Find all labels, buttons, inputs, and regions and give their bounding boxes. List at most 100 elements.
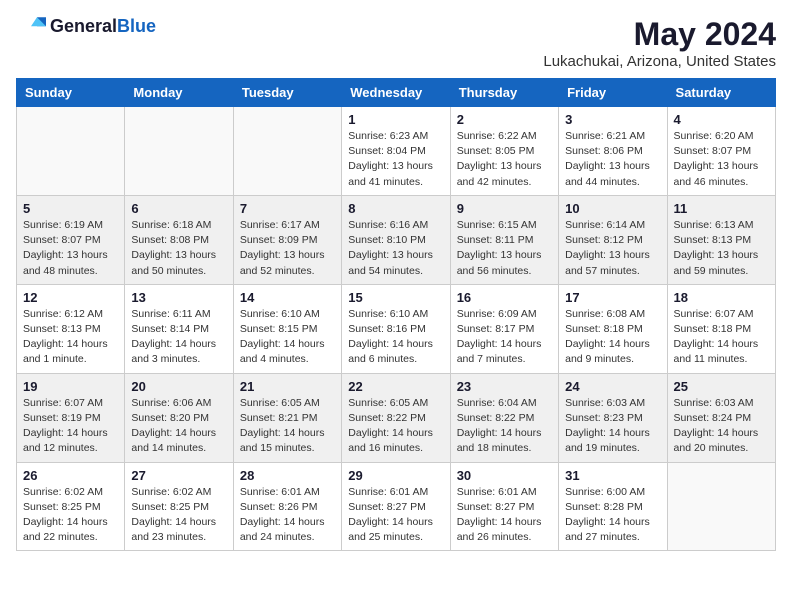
calendar-cell: 8Sunrise: 6:16 AMSunset: 8:10 PMDaylight… (342, 195, 450, 284)
calendar-cell: 9 Sunrise: 6:15 AMSunset: 8:11 PMDaylight… (450, 195, 558, 284)
calendar-cell: 16Sunrise: 6:09 AMSunset: 8:17 PMDayligh… (450, 284, 558, 373)
day-detail: Sunrise: 6:03 AMSunset: 8:23 PMDaylight:… (565, 396, 660, 457)
day-number: 22 (348, 379, 443, 394)
calendar-cell: 14 Sunrise: 6:10 AMSunset: 8:15 PMDayligh… (233, 284, 341, 373)
day-number: 2 (457, 112, 552, 127)
calendar-cell: 23Sunrise: 6:04 AMSunset: 8:22 PMDayligh… (450, 373, 558, 462)
day-detail: Sunrise: 6:09 AMSunset: 8:17 PMDaylight:… (457, 307, 552, 368)
day-number: 27 (131, 468, 226, 483)
day-detail: Sunrise: 6:11 AMSunset: 8:14 PMDaylight:… (131, 307, 226, 368)
calendar-cell (233, 107, 341, 196)
calendar-cell: 21Sunrise: 6:05 AMSunset: 8:21 PMDayligh… (233, 373, 341, 462)
calendar-cell: 2 Sunrise: 6:22 AMSunset: 8:05 PMDaylight… (450, 107, 558, 196)
day-number: 12 (23, 290, 118, 305)
location-title: Lukachukai, Arizona, United States (543, 53, 776, 70)
day-number: 9 (457, 201, 552, 216)
calendar-cell: 25Sunrise: 6:03 AMSunset: 8:24 PMDayligh… (667, 373, 775, 462)
day-number: 11 (674, 201, 769, 216)
day-number: 14 (240, 290, 335, 305)
day-detail: Sunrise: 6:01 AMSunset: 8:26 PMDaylight:… (240, 485, 335, 546)
day-detail: Sunrise: 6:17 AMSunset: 8:09 PMDaylight:… (240, 218, 335, 279)
calendar-cell: 3 Sunrise: 6:21 AMSunset: 8:06 PMDaylight… (559, 107, 667, 196)
col-header-monday: Monday (125, 79, 233, 107)
calendar-cell: 6 Sunrise: 6:18 AMSunset: 8:08 PMDaylight… (125, 195, 233, 284)
day-number: 3 (565, 112, 660, 127)
day-number: 26 (23, 468, 118, 483)
day-number: 31 (565, 468, 660, 483)
calendar-week-row: 19 Sunrise: 6:07 AMSunset: 8:19 PMDayligh… (17, 373, 776, 462)
day-number: 30 (457, 468, 552, 483)
calendar-cell: 31 Sunrise: 6:00 AMSunset: 8:28 PMDayligh… (559, 462, 667, 551)
calendar-header-row: SundayMondayTuesdayWednesdayThursdayFrid… (17, 79, 776, 107)
calendar-cell: 26 Sunrise: 6:02 AMSunset: 8:25 PMDayligh… (17, 462, 125, 551)
calendar-cell: 19 Sunrise: 6:07 AMSunset: 8:19 PMDayligh… (17, 373, 125, 462)
day-number: 8 (348, 201, 443, 216)
calendar-cell (17, 107, 125, 196)
month-title: May 2024 (543, 16, 776, 53)
day-detail: Sunrise: 6:22 AMSunset: 8:05 PMDaylight:… (457, 129, 552, 190)
calendar-table: SundayMondayTuesdayWednesdayThursdayFrid… (16, 78, 776, 551)
calendar-cell: 7 Sunrise: 6:17 AMSunset: 8:09 PMDaylight… (233, 195, 341, 284)
day-detail: Sunrise: 6:02 AMSunset: 8:25 PMDaylight:… (131, 485, 226, 546)
calendar-cell: 27 Sunrise: 6:02 AMSunset: 8:25 PMDayligh… (125, 462, 233, 551)
day-number: 13 (131, 290, 226, 305)
header: GeneralBlue May 2024 Lukachukai, Arizona… (16, 16, 776, 70)
calendar-cell (125, 107, 233, 196)
calendar-cell (667, 462, 775, 551)
day-detail: Sunrise: 6:01 AMSunset: 8:27 PMDaylight:… (457, 485, 552, 546)
calendar-week-row: 12 Sunrise: 6:12 AMSunset: 8:13 PMDayligh… (17, 284, 776, 373)
day-detail: Sunrise: 6:19 AMSunset: 8:07 PMDaylight:… (23, 218, 118, 279)
col-header-thursday: Thursday (450, 79, 558, 107)
day-number: 4 (674, 112, 769, 127)
logo-blue: Blue (117, 16, 156, 36)
day-detail: Sunrise: 6:12 AMSunset: 8:13 PMDaylight:… (23, 307, 118, 368)
day-detail: Sunrise: 6:21 AMSunset: 8:06 PMDaylight:… (565, 129, 660, 190)
calendar-cell: 29 Sunrise: 6:01 AMSunset: 8:27 PMDayligh… (342, 462, 450, 551)
calendar-cell: 30 Sunrise: 6:01 AMSunset: 8:27 PMDayligh… (450, 462, 558, 551)
day-number: 28 (240, 468, 335, 483)
calendar-week-row: 1Sunrise: 6:23 AMSunset: 8:04 PMDaylight… (17, 107, 776, 196)
calendar-week-row: 5 Sunrise: 6:19 AMSunset: 8:07 PMDaylight… (17, 195, 776, 284)
calendar-cell: 10Sunrise: 6:14 AMSunset: 8:12 PMDayligh… (559, 195, 667, 284)
logo: GeneralBlue (16, 16, 156, 37)
calendar-cell: 24 Sunrise: 6:03 AMSunset: 8:23 PMDayligh… (559, 373, 667, 462)
day-number: 29 (348, 468, 443, 483)
day-number: 24 (565, 379, 660, 394)
calendar-cell: 11Sunrise: 6:13 AMSunset: 8:13 PMDayligh… (667, 195, 775, 284)
calendar-cell: 4Sunrise: 6:20 AMSunset: 8:07 PMDaylight… (667, 107, 775, 196)
day-detail: Sunrise: 6:05 AMSunset: 8:21 PMDaylight:… (240, 396, 335, 457)
day-detail: Sunrise: 6:04 AMSunset: 8:22 PMDaylight:… (457, 396, 552, 457)
calendar-cell: 13 Sunrise: 6:11 AMSunset: 8:14 PMDayligh… (125, 284, 233, 373)
day-number: 15 (348, 290, 443, 305)
calendar-cell: 18Sunrise: 6:07 AMSunset: 8:18 PMDayligh… (667, 284, 775, 373)
day-detail: Sunrise: 6:07 AMSunset: 8:18 PMDaylight:… (674, 307, 769, 368)
day-detail: Sunrise: 6:23 AMSunset: 8:04 PMDaylight:… (348, 129, 443, 190)
day-number: 19 (23, 379, 118, 394)
calendar-week-row: 26 Sunrise: 6:02 AMSunset: 8:25 PMDayligh… (17, 462, 776, 551)
col-header-sunday: Sunday (17, 79, 125, 107)
day-detail: Sunrise: 6:15 AMSunset: 8:11 PMDaylight:… (457, 218, 552, 279)
day-detail: Sunrise: 6:00 AMSunset: 8:28 PMDaylight:… (565, 485, 660, 546)
col-header-friday: Friday (559, 79, 667, 107)
col-header-saturday: Saturday (667, 79, 775, 107)
calendar-cell: 28 Sunrise: 6:01 AMSunset: 8:26 PMDayligh… (233, 462, 341, 551)
day-number: 20 (131, 379, 226, 394)
day-number: 7 (240, 201, 335, 216)
calendar-cell: 20 Sunrise: 6:06 AMSunset: 8:20 PMDayligh… (125, 373, 233, 462)
day-detail: Sunrise: 6:06 AMSunset: 8:20 PMDaylight:… (131, 396, 226, 457)
col-header-tuesday: Tuesday (233, 79, 341, 107)
calendar-cell: 15 Sunrise: 6:10 AMSunset: 8:16 PMDayligh… (342, 284, 450, 373)
day-detail: Sunrise: 6:07 AMSunset: 8:19 PMDaylight:… (23, 396, 118, 457)
day-detail: Sunrise: 6:02 AMSunset: 8:25 PMDaylight:… (23, 485, 118, 546)
day-detail: Sunrise: 6:18 AMSunset: 8:08 PMDaylight:… (131, 218, 226, 279)
title-section: May 2024 Lukachukai, Arizona, United Sta… (543, 16, 776, 70)
day-number: 25 (674, 379, 769, 394)
day-detail: Sunrise: 6:10 AMSunset: 8:15 PMDaylight:… (240, 307, 335, 368)
day-number: 6 (131, 201, 226, 216)
logo-icon (16, 17, 46, 37)
page-container: GeneralBlue May 2024 Lukachukai, Arizona… (16, 16, 776, 551)
day-detail: Sunrise: 6:01 AMSunset: 8:27 PMDaylight:… (348, 485, 443, 546)
day-number: 5 (23, 201, 118, 216)
day-detail: Sunrise: 6:05 AMSunset: 8:22 PMDaylight:… (348, 396, 443, 457)
day-detail: Sunrise: 6:10 AMSunset: 8:16 PMDaylight:… (348, 307, 443, 368)
